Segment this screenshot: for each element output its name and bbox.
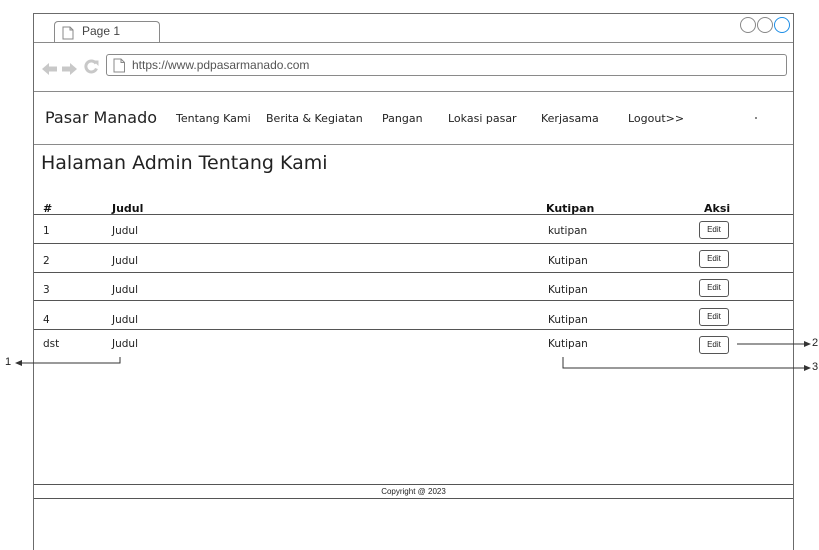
callout-number-2: 2 [812,337,819,349]
callout-line-1 [21,357,121,364]
callout-line-3 [562,357,806,369]
callout-number-1: 1 [5,356,12,368]
arrowhead-icon [15,360,22,366]
arrowhead-icon [804,341,811,347]
callout-number-3: 3 [812,361,819,373]
arrowhead-icon [804,365,811,371]
callout-lines [15,341,811,371]
